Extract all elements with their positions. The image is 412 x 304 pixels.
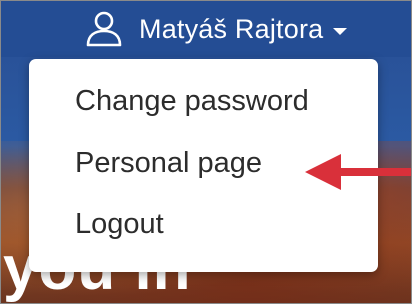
user-name: Matyáš Rajtora (139, 13, 324, 44)
arrow-left-icon (305, 154, 411, 190)
menu-item-logout[interactable]: Logout (75, 208, 164, 241)
screenshot-frame: Matyáš Rajtora you in Change password Pe… (0, 0, 412, 304)
user-icon (86, 11, 122, 47)
caret-down-icon (333, 27, 348, 35)
top-navbar: Matyáš Rajtora (1, 1, 411, 57)
menu-item-change-password[interactable]: Change password (75, 85, 309, 118)
user-menu-toggle[interactable]: Matyáš Rajtora (85, 9, 348, 49)
menu-item-personal-page[interactable]: Personal page (75, 147, 262, 180)
